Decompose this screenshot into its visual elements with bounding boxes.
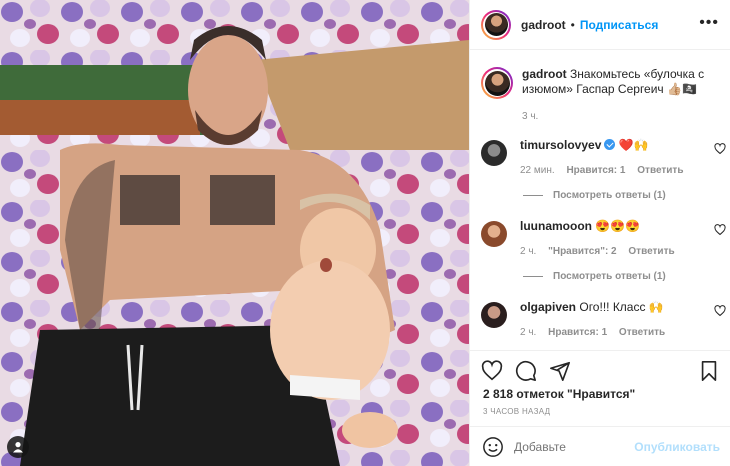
add-comment-bar: Опубликовать	[470, 426, 730, 466]
post-header: gadroot • Подписаться •••	[470, 0, 730, 50]
comment-likes[interactable]: "Нравится": 2	[548, 246, 617, 257]
comment-text: ❤️🙌	[618, 138, 649, 152]
view-replies-label: Посмотреть ответы (1)	[553, 190, 666, 201]
comment-text: 😍😍😍	[595, 219, 641, 233]
comment-like-icon[interactable]	[714, 143, 726, 155]
comment-username[interactable]: timursolovyev	[520, 138, 601, 152]
comment-item: olgapiven Ого!!! Класс 🙌 2 ч. Нравится: …	[481, 300, 726, 340]
comment-username[interactable]: olgapiven	[520, 300, 576, 314]
user-tag-button[interactable]	[7, 436, 29, 458]
post-photo[interactable]	[0, 0, 469, 466]
comment-icon[interactable]	[515, 360, 537, 382]
comment-item: luunamooon 😍😍😍 2 ч. "Нравится": 2 Ответи…	[481, 219, 726, 259]
reply-button[interactable]: Ответить	[628, 246, 674, 257]
verified-badge-icon	[604, 139, 616, 150]
caption-time: 3 ч.	[522, 111, 539, 122]
comment-text: Ого!!! Класс 🙌	[579, 300, 664, 314]
comment-likes[interactable]: Нравится: 1	[548, 327, 607, 338]
publish-button[interactable]: Опубликовать	[634, 440, 720, 454]
comment-likes[interactable]: Нравится: 1	[566, 165, 625, 176]
user-icon	[13, 442, 23, 453]
reply-button[interactable]: Ответить	[637, 165, 683, 176]
comment-like-icon[interactable]	[714, 305, 726, 317]
header-separator: •	[570, 17, 575, 32]
share-icon[interactable]	[549, 360, 571, 382]
more-options-icon[interactable]: •••	[699, 15, 719, 31]
likes-count[interactable]: 2 818 отметок "Нравится"	[483, 387, 635, 401]
bookmark-icon[interactable]	[698, 360, 720, 382]
author-avatar[interactable]	[481, 9, 511, 40]
comment-like-icon[interactable]	[714, 224, 726, 236]
post-caption: gadroot Знакомьтесь «булочка с изюмом» Г…	[481, 67, 721, 124]
heart-icon[interactable]	[481, 360, 503, 382]
post-timestamp[interactable]: 3 ЧАСОВ НАЗАД	[483, 407, 550, 416]
follow-button[interactable]: Подписаться	[580, 18, 658, 32]
post-image	[0, 0, 469, 466]
caption-username[interactable]: gadroot	[522, 67, 567, 81]
comment-item: timursolovyev ❤️🙌 22 мин. Нравится: 1 От…	[481, 138, 726, 178]
caption-avatar[interactable]	[481, 67, 513, 99]
comment-time[interactable]: 2 ч.	[520, 246, 536, 257]
comment-avatar[interactable]	[481, 302, 507, 328]
post-side-panel: gadroot • Подписаться ••• gadroot Знаком…	[469, 0, 730, 466]
comment-time[interactable]: 22 мин.	[520, 165, 555, 176]
reply-button[interactable]: Ответить	[619, 327, 665, 338]
comment-avatar[interactable]	[481, 221, 507, 247]
view-replies-label: Посмотреть ответы (1)	[553, 271, 666, 282]
comment-username[interactable]: luunamooon	[520, 219, 592, 233]
emoji-icon[interactable]	[482, 436, 504, 458]
comment-time[interactable]: 2 ч.	[520, 327, 536, 338]
comment-avatar[interactable]	[481, 140, 507, 166]
view-replies-button[interactable]: Посмотреть ответы (1)	[523, 190, 666, 201]
view-replies-button[interactable]: Посмотреть ответы (1)	[523, 271, 666, 282]
comment-input[interactable]	[514, 439, 634, 454]
author-username[interactable]: gadroot	[521, 18, 566, 32]
